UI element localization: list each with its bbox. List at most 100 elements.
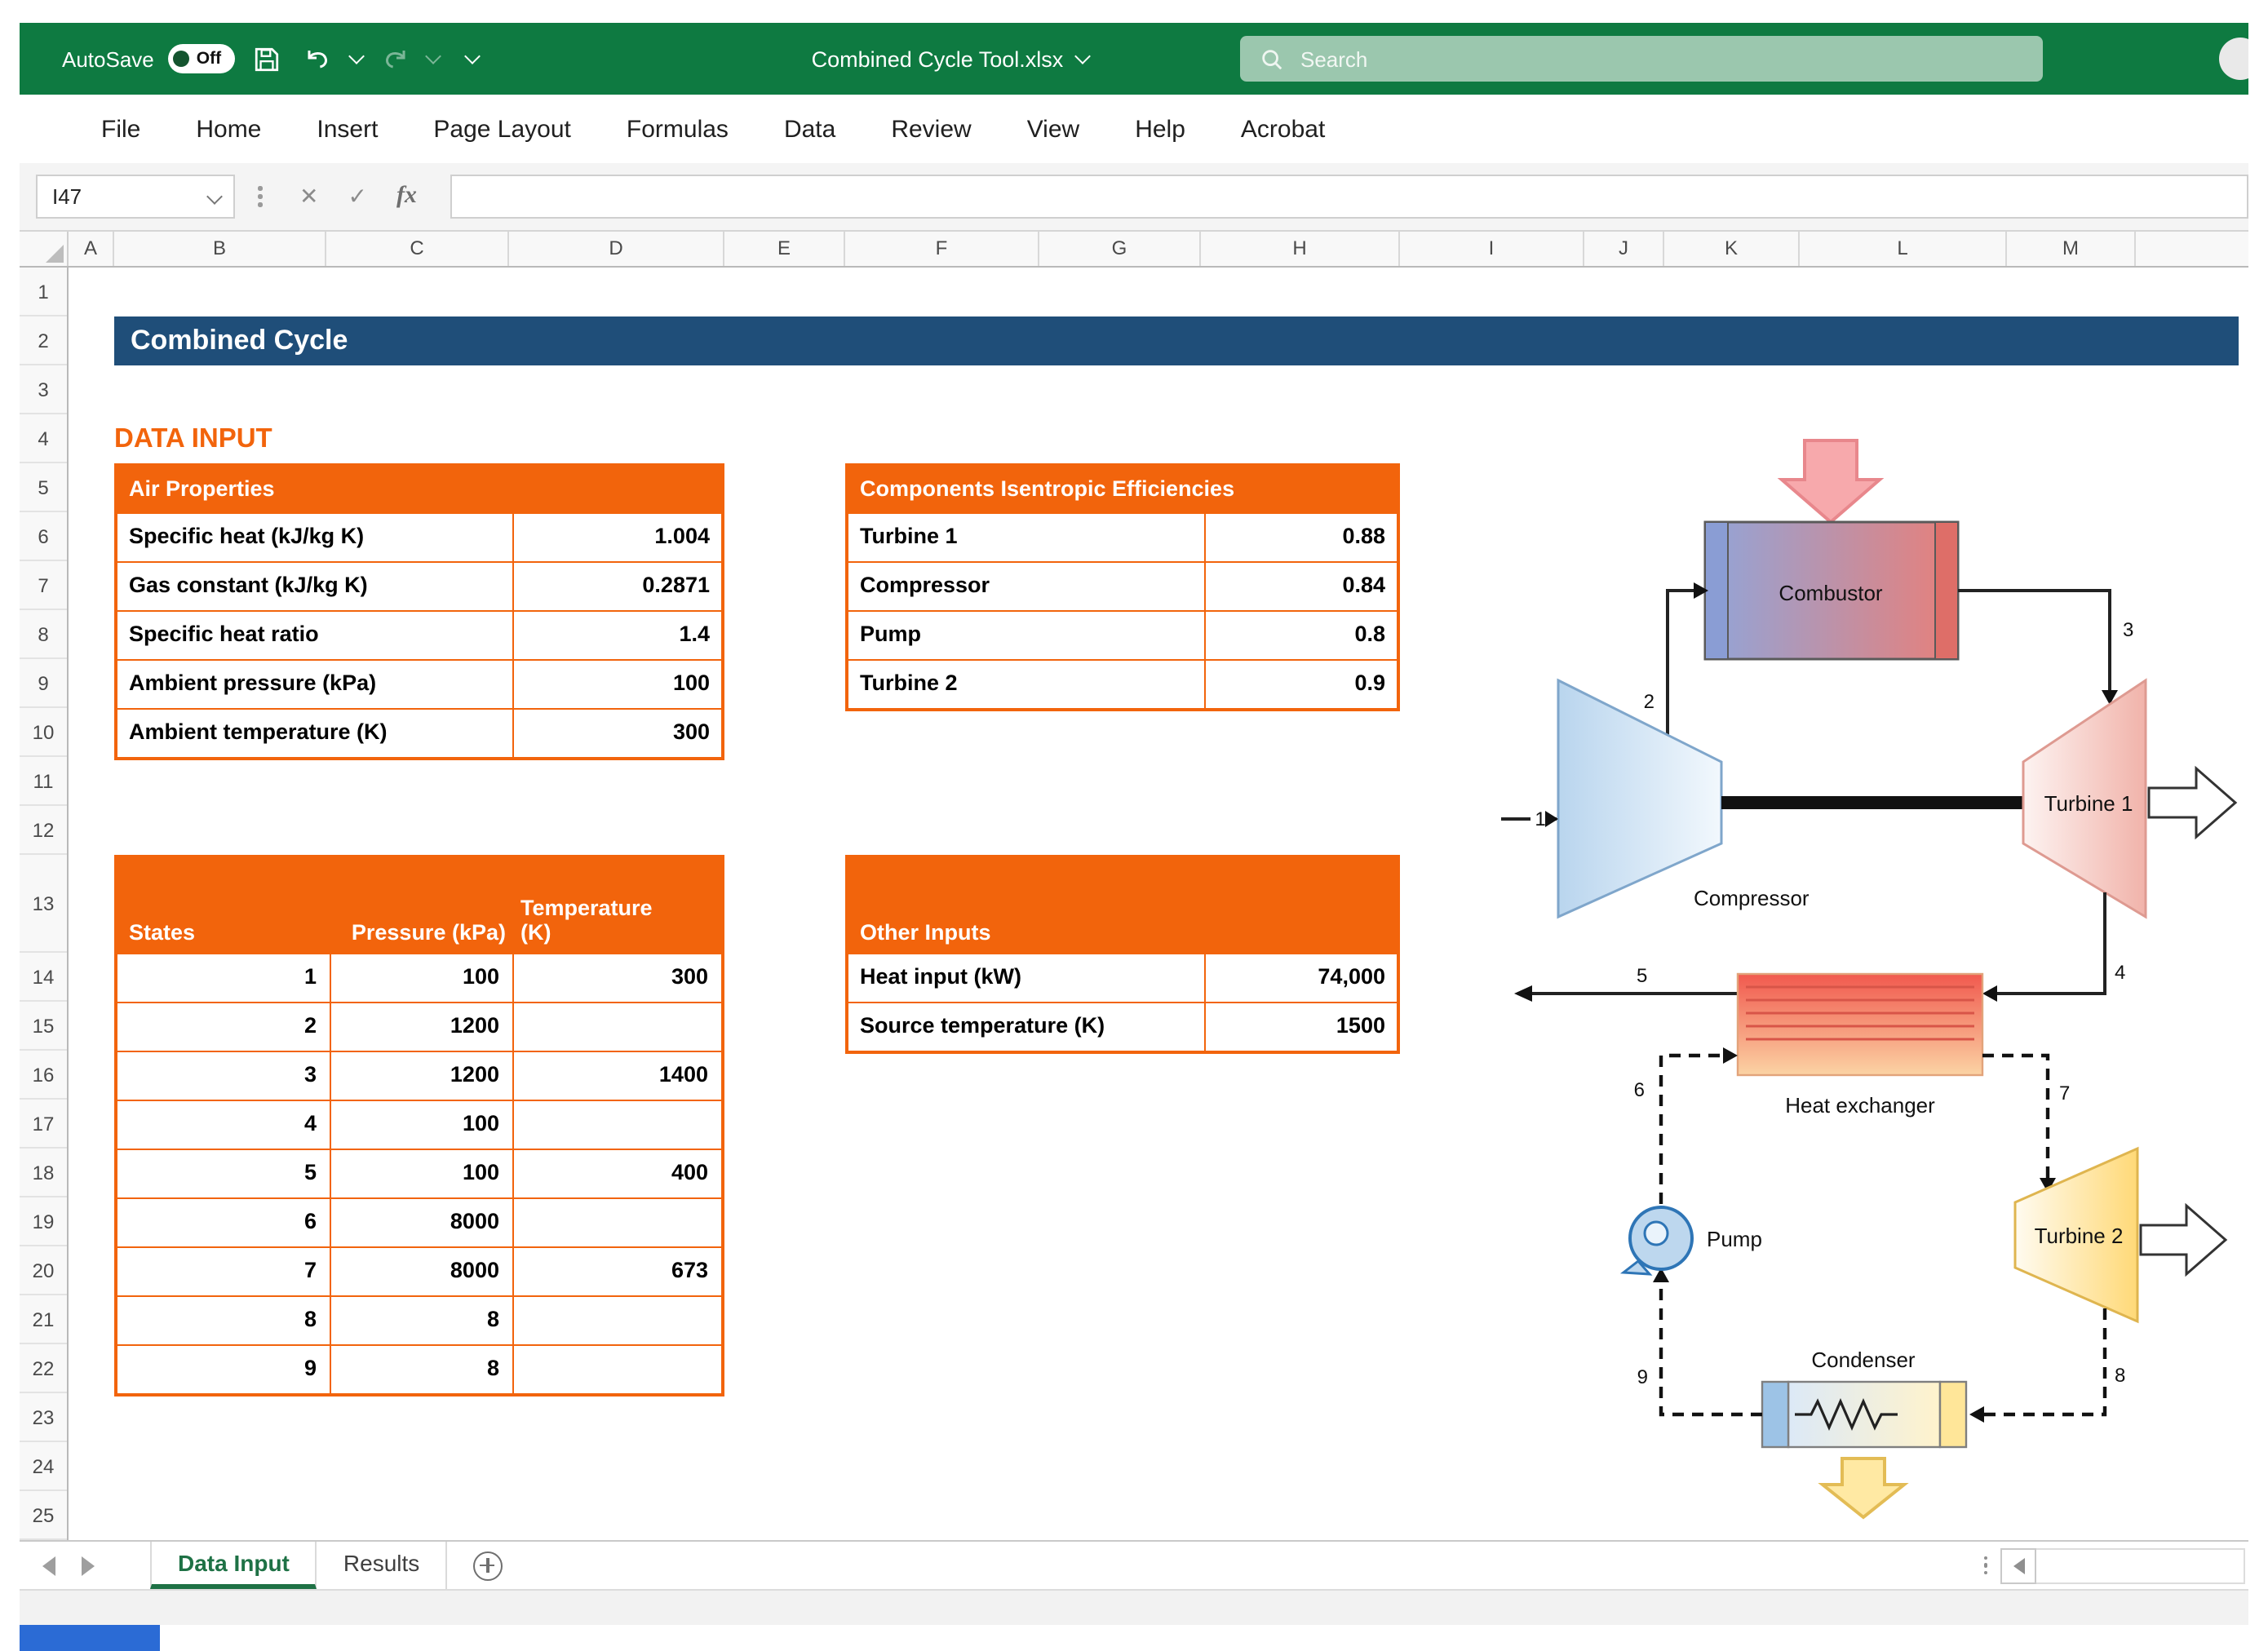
redo-icon[interactable] — [376, 38, 412, 80]
tab-help[interactable]: Help — [1107, 115, 1213, 143]
state-temperature[interactable]: 1400 — [512, 1052, 721, 1100]
sheet-tab-results[interactable]: Results — [317, 1542, 447, 1589]
air-property-value[interactable]: 1.004 — [512, 514, 721, 561]
column-header-l[interactable]: L — [1800, 232, 2007, 266]
state-pressure[interactable]: 100 — [330, 1101, 512, 1149]
air-property-value[interactable]: 100 — [512, 661, 721, 708]
avatar[interactable] — [2219, 38, 2248, 80]
row-header-9[interactable]: 9 — [20, 659, 67, 708]
other-input-label[interactable]: Source temperature (K) — [848, 1003, 1204, 1051]
air-property-label[interactable]: Specific heat (kJ/kg K) — [117, 514, 512, 561]
formula-input[interactable] — [451, 175, 2248, 219]
column-header-n[interactable]: N — [2136, 232, 2248, 266]
row-header-4[interactable]: 4 — [20, 414, 67, 463]
row-header-10[interactable]: 10 — [20, 708, 67, 757]
state-pressure[interactable]: 8000 — [330, 1248, 512, 1295]
state-temperature[interactable] — [512, 1297, 721, 1344]
state-number[interactable]: 1 — [117, 954, 330, 1002]
efficiency-value[interactable]: 0.9 — [1204, 661, 1397, 708]
column-header-h[interactable]: H — [1201, 232, 1400, 266]
state-pressure[interactable]: 8 — [330, 1297, 512, 1344]
scrollbar-track[interactable] — [2036, 1547, 2245, 1583]
state-number[interactable]: 5 — [117, 1150, 330, 1197]
sheet-tab-data-input[interactable]: Data Input — [150, 1542, 317, 1589]
state-temperature[interactable] — [512, 1003, 721, 1051]
state-pressure[interactable]: 100 — [330, 1150, 512, 1197]
state-temperature[interactable] — [512, 1101, 721, 1149]
efficiency-label[interactable]: Turbine 1 — [848, 514, 1204, 561]
other-input-value[interactable]: 74,000 — [1204, 954, 1397, 1002]
row-header-19[interactable]: 19 — [20, 1197, 67, 1246]
column-header-b[interactable]: B — [114, 232, 326, 266]
name-box[interactable]: I47 — [36, 175, 235, 219]
row-header-17[interactable]: 17 — [20, 1100, 67, 1149]
row-header-8[interactable]: 8 — [20, 610, 67, 659]
air-property-value[interactable]: 0.2871 — [512, 563, 721, 610]
scroll-left-button[interactable] — [2000, 1547, 2036, 1583]
tab-review[interactable]: Review — [863, 115, 999, 143]
air-property-label[interactable]: Specific heat ratio — [117, 612, 512, 659]
row-header-14[interactable]: 14 — [20, 953, 67, 1002]
cancel-icon[interactable]: ✕ — [299, 183, 318, 210]
row-header-1[interactable]: 1 — [20, 268, 67, 316]
row-header-7[interactable]: 7 — [20, 561, 67, 610]
save-icon[interactable] — [249, 38, 285, 80]
row-header-21[interactable]: 21 — [20, 1295, 67, 1344]
state-number[interactable]: 8 — [117, 1297, 330, 1344]
redo-dropdown-icon[interactable] — [424, 47, 441, 64]
sheet-title-banner[interactable]: Combined Cycle — [114, 316, 2239, 365]
undo-dropdown-icon[interactable] — [348, 47, 364, 64]
row-header-3[interactable]: 3 — [20, 365, 67, 414]
row-header-13[interactable]: 13 — [20, 855, 67, 953]
state-number[interactable]: 7 — [117, 1248, 330, 1295]
row-header-22[interactable]: 22 — [20, 1344, 67, 1393]
other-input-label[interactable]: Heat input (kW) — [848, 954, 1204, 1002]
state-pressure[interactable]: 1200 — [330, 1052, 512, 1100]
tab-data[interactable]: Data — [756, 115, 863, 143]
undo-icon[interactable] — [299, 38, 335, 80]
row-header-23[interactable]: 23 — [20, 1393, 67, 1442]
tab-insert[interactable]: Insert — [289, 115, 405, 143]
air-properties-header[interactable]: Air Properties — [117, 467, 721, 512]
tab-file[interactable]: File — [73, 115, 168, 143]
name-box-dropdown-icon[interactable] — [206, 188, 223, 205]
tab-home[interactable]: Home — [168, 115, 289, 143]
efficiency-value[interactable]: 0.88 — [1204, 514, 1397, 561]
column-header-d[interactable]: D — [509, 232, 724, 266]
state-pressure[interactable]: 8000 — [330, 1199, 512, 1246]
efficiency-label[interactable]: Compressor — [848, 563, 1204, 610]
state-number[interactable]: 9 — [117, 1346, 330, 1393]
row-header-5[interactable]: 5 — [20, 463, 67, 512]
efficiency-value[interactable]: 0.84 — [1204, 563, 1397, 610]
column-header-f[interactable]: F — [845, 232, 1039, 266]
row-header-20[interactable]: 20 — [20, 1246, 67, 1295]
select-all-corner[interactable] — [20, 232, 69, 266]
efficiencies-header[interactable]: Components Isentropic Efficiencies — [848, 467, 1397, 512]
air-property-label[interactable]: Ambient temperature (K) — [117, 710, 512, 757]
column-header-i[interactable]: I — [1400, 232, 1584, 266]
search-box[interactable]: Search — [1240, 36, 2043, 82]
state-temperature[interactable]: 400 — [512, 1150, 721, 1197]
state-temperature[interactable]: 673 — [512, 1248, 721, 1295]
sheet-canvas[interactable]: Combined Cycle DATA INPUT Air Properties… — [69, 268, 2248, 1540]
horizontal-scrollbar[interactable] — [1983, 1547, 2245, 1583]
tab-formulas[interactable]: Formulas — [599, 115, 756, 143]
row-header-12[interactable]: 12 — [20, 806, 67, 855]
state-number[interactable]: 4 — [117, 1101, 330, 1149]
column-header-j[interactable]: J — [1584, 232, 1664, 266]
row-header-16[interactable]: 16 — [20, 1051, 67, 1100]
state-number[interactable]: 3 — [117, 1052, 330, 1100]
cycle-diagram[interactable]: Combustor 2 3 Compressor Turbine 1 — [1468, 427, 2248, 1540]
state-temperature[interactable]: 300 — [512, 954, 721, 1002]
tab-scroll-right-icon[interactable] — [82, 1556, 95, 1575]
column-header-g[interactable]: G — [1039, 232, 1201, 266]
row-header-24[interactable]: 24 — [20, 1442, 67, 1491]
state-number[interactable]: 2 — [117, 1003, 330, 1051]
row-header-18[interactable]: 18 — [20, 1149, 67, 1197]
row-header-15[interactable]: 15 — [20, 1002, 67, 1051]
efficiency-label[interactable]: Pump — [848, 612, 1204, 659]
row-header-2[interactable]: 2 — [20, 316, 67, 365]
state-temperature[interactable] — [512, 1346, 721, 1393]
column-header-e[interactable]: E — [724, 232, 845, 266]
scrollbar-grip-icon[interactable] — [1983, 1556, 1987, 1575]
